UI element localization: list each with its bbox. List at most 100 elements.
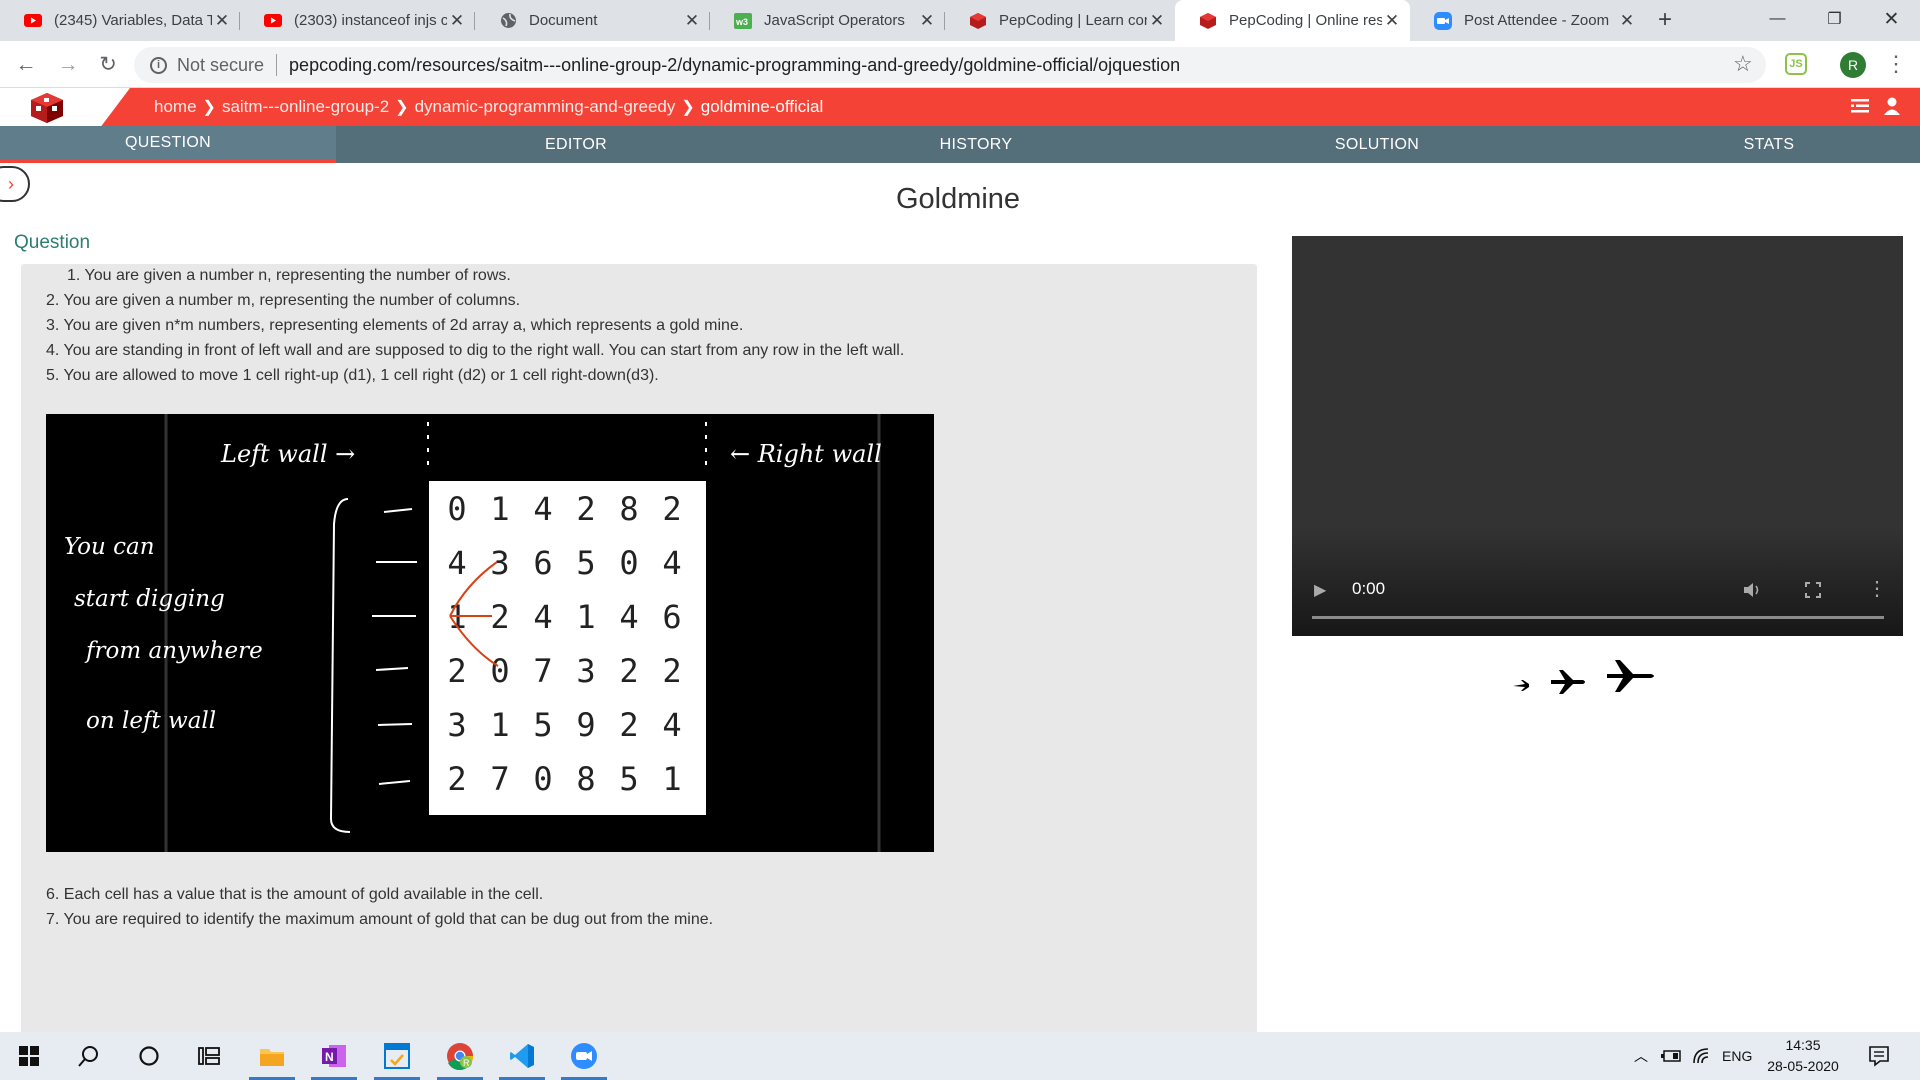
normal-speed-icon[interactable] bbox=[1551, 670, 1585, 694]
tab-title: (2303) instanceof injs cl bbox=[294, 12, 447, 29]
wifi-icon[interactable] bbox=[1692, 1046, 1710, 1064]
browser-tab[interactable]: Post Attendee - Zoom ✕ bbox=[1410, 0, 1645, 41]
fullscreen-icon[interactable] bbox=[1805, 582, 1821, 598]
video-progress-bar[interactable] bbox=[1312, 616, 1884, 619]
question-line: 3. You are given n*m numbers, representi… bbox=[46, 317, 744, 334]
left-wall-label: Left wall → bbox=[220, 440, 355, 468]
question-line: 2. You are given a number m, representin… bbox=[46, 292, 521, 309]
language-indicator[interactable]: ENG bbox=[1722, 1048, 1752, 1064]
pepcoding-icon bbox=[969, 12, 987, 30]
question-line: 4. You are standing in front of left wal… bbox=[46, 342, 905, 359]
bookmark-star-icon[interactable]: ☆ bbox=[1733, 51, 1753, 77]
grid-cell: 4 bbox=[533, 490, 552, 528]
chrome-icon[interactable]: R bbox=[435, 1032, 485, 1080]
close-tab-icon[interactable]: ✕ bbox=[212, 11, 232, 31]
browser-tab-active[interactable]: PepCoding | Online res ✕ bbox=[1175, 0, 1410, 41]
grid-cell: 4 bbox=[533, 598, 552, 636]
volume-icon[interactable] bbox=[1742, 581, 1762, 599]
breadcrumb-current[interactable]: goldmine-official bbox=[701, 97, 824, 117]
window-close-icon[interactable]: ✕ bbox=[1863, 0, 1920, 38]
grid-cell: 1 bbox=[576, 598, 595, 636]
tab-history[interactable]: HISTORY bbox=[816, 126, 1136, 163]
zoom-app-icon[interactable] bbox=[559, 1032, 609, 1080]
onenote-icon[interactable]: N bbox=[309, 1032, 359, 1080]
breadcrumb-home[interactable]: home bbox=[154, 97, 197, 117]
list-menu-icon[interactable] bbox=[1850, 96, 1870, 116]
playback-speed-controls bbox=[1505, 656, 1665, 701]
logo-area bbox=[0, 88, 130, 126]
browser-menu-icon[interactable]: ⋮ bbox=[1885, 51, 1907, 77]
calendar-app-icon[interactable] bbox=[372, 1032, 422, 1080]
tab-solution[interactable]: SOLUTION bbox=[1136, 126, 1618, 163]
svg-text:R: R bbox=[463, 1058, 470, 1068]
video-player[interactable]: ▶ 0:00 ⋮ bbox=[1292, 236, 1903, 636]
reload-icon[interactable]: ↻ bbox=[94, 51, 122, 79]
file-explorer-icon[interactable] bbox=[247, 1032, 297, 1080]
question-line: 7. You are required to identify the maxi… bbox=[46, 911, 714, 928]
omnibox[interactable]: i Not secure pepcoding.com/resources/sai… bbox=[134, 47, 1766, 83]
grid-cell: 8 bbox=[619, 490, 638, 528]
grid-cell: 2 bbox=[447, 652, 466, 690]
search-icon[interactable] bbox=[64, 1032, 114, 1080]
url-text[interactable]: pepcoding.com/resources/saitm---online-g… bbox=[289, 55, 1180, 76]
tab-editor[interactable]: EDITOR bbox=[336, 126, 816, 163]
svg-text:N: N bbox=[325, 1050, 334, 1064]
notifications-icon[interactable] bbox=[1868, 1045, 1890, 1067]
grid-cell: 1 bbox=[662, 760, 681, 798]
info-icon[interactable]: i bbox=[150, 56, 167, 74]
close-tab-icon[interactable]: ✕ bbox=[682, 11, 702, 31]
windows-start-icon[interactable] bbox=[4, 1032, 54, 1080]
browser-tab[interactable]: Document ✕ bbox=[475, 0, 710, 41]
more-options-icon[interactable]: ⋮ bbox=[1867, 576, 1887, 601]
close-tab-icon[interactable]: ✕ bbox=[917, 11, 937, 31]
grid-cell: 2 bbox=[447, 760, 466, 798]
user-icon[interactable] bbox=[1882, 96, 1902, 116]
profile-avatar[interactable]: R bbox=[1840, 52, 1866, 78]
minimize-icon[interactable]: — bbox=[1749, 0, 1806, 38]
tab-question[interactable]: QUESTION bbox=[0, 126, 336, 163]
back-arrow-icon[interactable]: ← bbox=[12, 51, 40, 79]
grid-cell: 2 bbox=[490, 598, 509, 636]
new-tab-button[interactable]: + bbox=[1651, 7, 1679, 35]
close-tab-icon[interactable]: ✕ bbox=[1382, 11, 1402, 31]
note-line: from anywhere bbox=[84, 638, 263, 664]
w3schools-icon: w3 bbox=[734, 12, 752, 30]
grid-cell: 4 bbox=[447, 544, 466, 582]
grid-cell: 0 bbox=[619, 544, 638, 582]
tray-chevron-icon[interactable]: ︿ bbox=[1634, 1046, 1648, 1066]
play-icon[interactable]: ▶ bbox=[1314, 580, 1326, 600]
youtube-icon bbox=[24, 12, 42, 30]
browser-tab[interactable]: PepCoding | Learn com ✕ bbox=[945, 0, 1175, 41]
slow-speed-icon[interactable] bbox=[1513, 680, 1529, 691]
vscode-icon[interactable] bbox=[497, 1032, 547, 1080]
close-tab-icon[interactable]: ✕ bbox=[1147, 11, 1167, 31]
grid-cell: 5 bbox=[533, 706, 552, 744]
system-clock[interactable]: 14:35 28-05-2020 bbox=[1762, 1035, 1844, 1077]
tab-title: PepCoding | Learn com bbox=[999, 12, 1147, 29]
breadcrumb-course[interactable]: saitm---online-group-2 bbox=[222, 97, 389, 117]
grid-cell: 6 bbox=[662, 598, 681, 636]
grid-cell: 1 bbox=[490, 490, 509, 528]
grid-cell: 8 bbox=[576, 760, 595, 798]
browser-tab[interactable]: (2303) instanceof injs cl ✕ bbox=[240, 0, 475, 41]
note-line: You can bbox=[64, 534, 155, 560]
restore-icon[interactable]: ❐ bbox=[1806, 0, 1863, 38]
forward-arrow-icon[interactable]: → bbox=[54, 51, 82, 79]
grid-cell: 0 bbox=[533, 760, 552, 798]
tab-stats[interactable]: STATS bbox=[1618, 126, 1920, 163]
breadcrumb-topic[interactable]: dynamic-programming-and-greedy bbox=[415, 97, 676, 117]
grid-cell: 7 bbox=[533, 652, 552, 690]
close-tab-icon[interactable]: ✕ bbox=[1617, 11, 1637, 31]
grid-cell: 5 bbox=[619, 760, 638, 798]
cortana-icon[interactable] bbox=[124, 1032, 174, 1080]
fast-speed-icon[interactable] bbox=[1607, 660, 1654, 692]
pepcoding-logo[interactable] bbox=[30, 92, 64, 124]
note-line: on left wall bbox=[86, 708, 216, 734]
browser-tab[interactable]: (2345) Variables, Data T ✕ bbox=[0, 0, 240, 41]
breadcrumb: home ❯ saitm---online-group-2 ❯ dynamic-… bbox=[154, 88, 823, 126]
extension-icon[interactable]: JS bbox=[1785, 53, 1807, 75]
close-tab-icon[interactable]: ✕ bbox=[447, 11, 467, 31]
browser-tab[interactable]: w3 JavaScript Operators ✕ bbox=[710, 0, 945, 41]
task-view-icon[interactable] bbox=[184, 1032, 234, 1080]
battery-icon[interactable] bbox=[1660, 1048, 1682, 1064]
